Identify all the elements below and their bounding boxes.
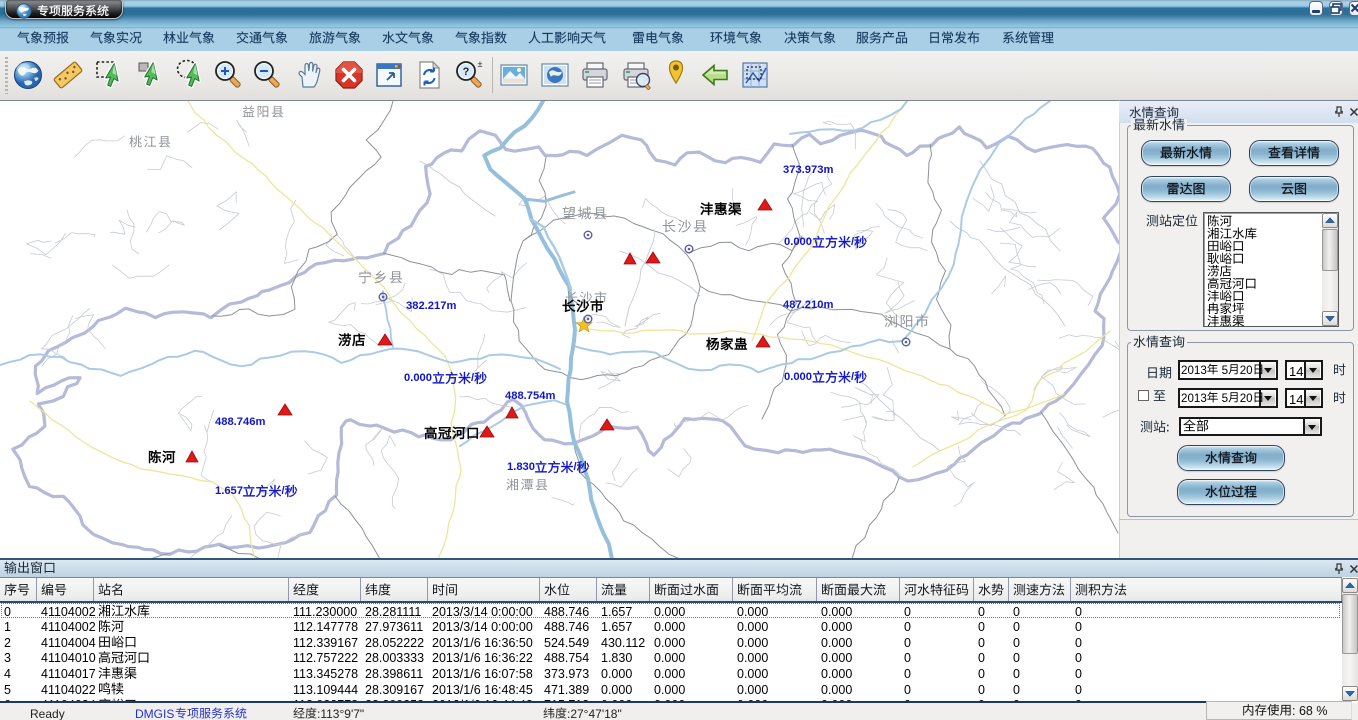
svg-text:?: ? xyxy=(463,66,470,78)
svg-text:±: ± xyxy=(478,59,483,69)
